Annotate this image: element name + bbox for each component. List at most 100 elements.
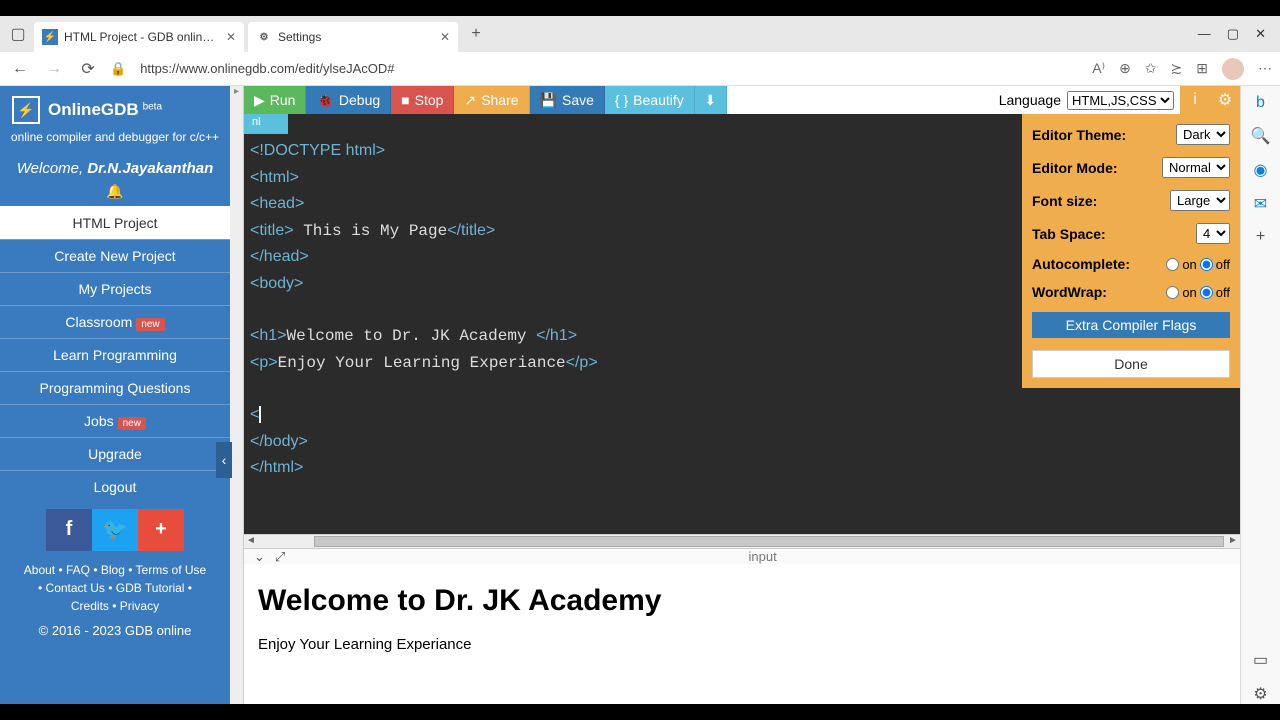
workspaces-icon[interactable]: ▢: [6, 22, 30, 46]
language-select[interactable]: HTML,JS,CSS: [1067, 91, 1174, 110]
sidebar-item-logout[interactable]: Logout: [0, 470, 230, 503]
main-area: ▶ Run 🐞 Debug ■ Stop ↗ Share 💾 Save { } …: [244, 86, 1240, 704]
pane-gutter[interactable]: ▸: [230, 86, 244, 704]
new-tab-button[interactable]: +: [462, 20, 490, 48]
preview-p: Enjoy Your Learning Experiance: [258, 636, 1226, 653]
browser-titlebar: ▢ ⚡ HTML Project - GDB online Debu ✕ ⚙ S…: [0, 16, 1280, 52]
tab-select[interactable]: 4: [1196, 223, 1230, 244]
welcome-text: Welcome, Dr.N.Jayakanthan: [0, 154, 230, 183]
scroll-thumb[interactable]: [314, 536, 1224, 547]
autocomplete-label: Autocomplete:: [1032, 256, 1130, 272]
sidebar-item-learn[interactable]: Learn Programming: [0, 338, 230, 371]
read-aloud-icon[interactable]: A⁾: [1092, 60, 1105, 77]
editor-settings-panel: Editor Theme: Dark Editor Mode: Normal F…: [1022, 114, 1240, 388]
ww-off-radio[interactable]: [1200, 286, 1213, 299]
gdb-sidebar: ⚡ OnlineGDB beta online compiler and deb…: [0, 86, 230, 704]
plus-icon[interactable]: +: [1256, 228, 1265, 246]
font-select[interactable]: Large: [1170, 190, 1230, 211]
avatar[interactable]: [1222, 58, 1244, 80]
bing-icon[interactable]: b: [1256, 94, 1265, 112]
twitter-icon[interactable]: 🐦: [92, 509, 138, 551]
ww-on-radio[interactable]: [1166, 286, 1179, 299]
favorite-icon[interactable]: ✩: [1145, 60, 1157, 77]
sidebar-menu: HTML Project Create New Project My Proje…: [0, 206, 230, 503]
sidebar-item-jobs[interactable]: Jobsnew: [0, 404, 230, 437]
address-bar: ← → ⟳ 🔒 https://www.onlinegdb.com/edit/y…: [0, 52, 1280, 86]
download-button[interactable]: ⬇: [695, 86, 727, 114]
io-header[interactable]: ⌄ ⤢ input: [244, 548, 1240, 564]
maximize-icon[interactable]: ▢: [1227, 26, 1239, 42]
close-window-icon[interactable]: ✕: [1255, 26, 1266, 42]
save-button[interactable]: 💾 Save: [530, 86, 605, 114]
tab-label: Tab Space:: [1032, 226, 1106, 242]
bolt-icon: ⚡: [42, 29, 58, 45]
footer-links[interactable]: About • FAQ • Blog • Terms of Use • Cont…: [0, 557, 230, 619]
edge-sidebar: b 🔍 ◉ ✉ + ▭ ⚙: [1240, 86, 1280, 704]
scroll-left-icon[interactable]: ◄: [244, 535, 258, 549]
sidebar-item-upgrade[interactable]: Upgrade: [0, 437, 230, 470]
sidebar-item-questions[interactable]: Programming Questions: [0, 371, 230, 404]
file-tab[interactable]: nl: [244, 114, 288, 134]
collections-icon[interactable]: ⊞: [1196, 60, 1208, 77]
bell-icon[interactable]: 🔔: [0, 183, 230, 206]
lock-icon[interactable]: 🔒: [110, 61, 126, 77]
search-icon[interactable]: 🔍: [1251, 126, 1271, 146]
debug-button[interactable]: 🐞 Debug: [306, 86, 391, 114]
toolbar: ▶ Run 🐞 Debug ■ Stop ↗ Share 💾 Save { } …: [244, 86, 1240, 114]
browser-tab[interactable]: ⚡ HTML Project - GDB online Debu ✕: [34, 22, 244, 52]
panel-icon[interactable]: ▭: [1253, 650, 1268, 670]
sidebar-item-my-projects[interactable]: My Projects: [0, 272, 230, 305]
minimize-icon[interactable]: —: [1198, 26, 1211, 42]
facebook-icon[interactable]: f: [46, 509, 92, 551]
copilot-icon[interactable]: ◉: [1254, 160, 1268, 180]
outlook-icon[interactable]: ✉: [1254, 194, 1267, 214]
language-label: Language: [999, 92, 1061, 108]
forward-button[interactable]: →: [42, 60, 66, 78]
chevron-down-icon[interactable]: ⌄: [254, 549, 265, 565]
compiler-flags-button[interactable]: Extra Compiler Flags: [1032, 312, 1230, 338]
close-icon[interactable]: ✕: [440, 30, 450, 44]
back-button[interactable]: ←: [8, 60, 32, 78]
h-scrollbar[interactable]: ◄ ►: [244, 534, 1240, 548]
tagline: online compiler and debugger for c/c++: [0, 128, 230, 154]
expand-icon[interactable]: ⤢: [275, 549, 285, 565]
browser-tab[interactable]: ⚙ Settings ✕: [248, 22, 458, 52]
tab-title: Settings: [278, 30, 434, 44]
theme-label: Editor Theme:: [1032, 127, 1126, 143]
brand: ⚡ OnlineGDB beta: [0, 86, 230, 128]
share-button[interactable]: ↗ Share: [454, 86, 529, 114]
refresh-button[interactable]: ⟳: [76, 59, 100, 79]
settings-gear-icon[interactable]: ⚙: [1253, 684, 1267, 704]
favorites-bar-icon[interactable]: ≿: [1171, 60, 1183, 77]
done-button[interactable]: Done: [1032, 350, 1230, 378]
io-label: input: [295, 549, 1230, 564]
preview-pane: Welcome to Dr. JK Academy Enjoy Your Lea…: [244, 564, 1240, 704]
wordwrap-label: WordWrap:: [1032, 284, 1107, 300]
scroll-right-icon[interactable]: ►: [1226, 535, 1240, 549]
addthis-icon[interactable]: +: [138, 509, 184, 551]
info-icon[interactable]: i: [1180, 86, 1210, 114]
beautify-button[interactable]: { } Beautify: [605, 86, 695, 114]
close-icon[interactable]: ✕: [226, 30, 236, 44]
social-buttons: f 🐦 +: [0, 503, 230, 557]
more-icon[interactable]: ⋯: [1258, 60, 1272, 77]
url-field[interactable]: https://www.onlinegdb.com/edit/ylseJAcOD…: [136, 57, 1082, 80]
sidebar-item-create-project[interactable]: Create New Project: [0, 239, 230, 272]
copyright: © 2016 - 2023 GDB online: [0, 619, 230, 642]
gear-icon: ⚙: [256, 29, 272, 45]
collapse-sidebar-button[interactable]: ‹: [216, 442, 232, 478]
preview-h1: Welcome to Dr. JK Academy: [258, 584, 1226, 618]
run-button[interactable]: ▶ Run: [244, 86, 306, 114]
bolt-icon: ⚡: [12, 96, 40, 124]
theme-select[interactable]: Dark: [1176, 124, 1230, 145]
zoom-icon[interactable]: ⊕: [1119, 60, 1131, 77]
mode-select[interactable]: Normal: [1162, 157, 1230, 178]
settings-icon[interactable]: ⚙: [1210, 86, 1240, 114]
stop-button[interactable]: ■ Stop: [391, 86, 454, 114]
tab-title: HTML Project - GDB online Debu: [64, 30, 220, 44]
ac-on-radio[interactable]: [1166, 258, 1179, 271]
ac-off-radio[interactable]: [1200, 258, 1213, 271]
sidebar-item-html-project[interactable]: HTML Project: [0, 206, 230, 239]
font-label: Font size:: [1032, 193, 1097, 209]
sidebar-item-classroom[interactable]: Classroomnew: [0, 305, 230, 338]
